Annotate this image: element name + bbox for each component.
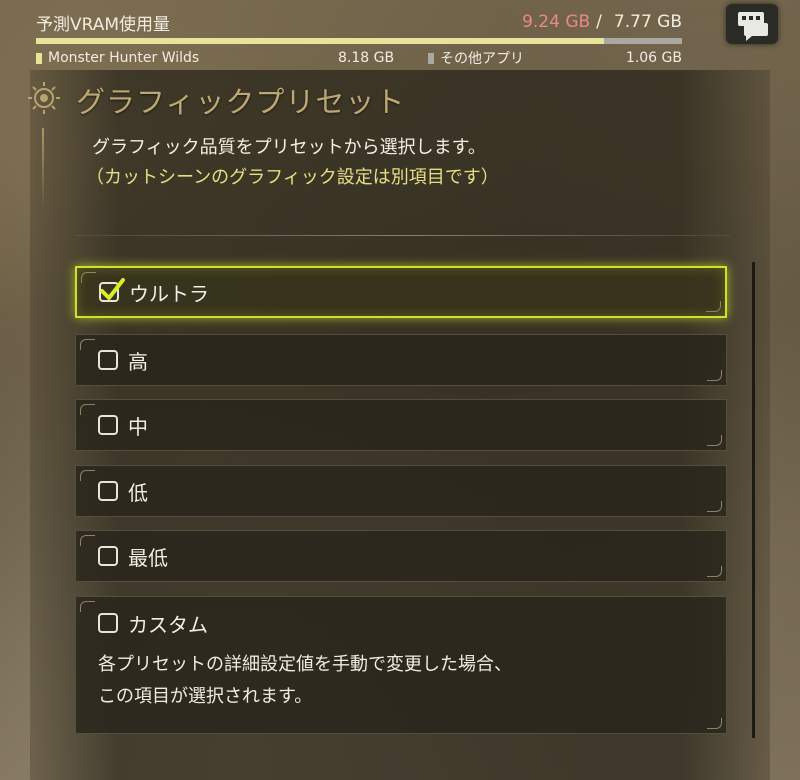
section-ornament bbox=[42, 128, 44, 208]
checkbox-icon[interactable] bbox=[98, 546, 118, 566]
section-title: グラフィックプリセット bbox=[76, 85, 406, 119]
preset-option-lowest[interactable]: 最低 bbox=[75, 530, 727, 582]
checkbox-icon[interactable] bbox=[98, 350, 118, 370]
vram-other-label: その他アプリ bbox=[440, 51, 524, 67]
custom-description-line: 各プリセットの詳細設定値を手動で変更した場合、 bbox=[98, 654, 512, 675]
section-description: グラフィック品質をプリセットから選択します。 bbox=[92, 137, 486, 158]
checkbox-checked-icon[interactable] bbox=[99, 278, 125, 302]
vram-usage-bar bbox=[36, 38, 682, 44]
preset-option-custom[interactable]: カスタム 各プリセットの詳細設定値を手動で変更した場合、 この項目が選択されます… bbox=[75, 596, 727, 734]
preset-option-label: 最低 bbox=[128, 545, 168, 570]
preset-option-low[interactable]: 低 bbox=[75, 465, 727, 517]
vram-bar-other-fill bbox=[604, 38, 682, 44]
vram-used-value: 9.24 GB bbox=[522, 12, 591, 32]
custom-description-line: この項目が選択されます。 bbox=[98, 686, 313, 707]
vram-game-size: 8.18 GB bbox=[338, 50, 395, 66]
preset-option-label: ウルトラ bbox=[129, 281, 209, 306]
scrollbar[interactable] bbox=[752, 262, 755, 738]
vram-other-size: 1.06 GB bbox=[625, 50, 682, 66]
vram-title: 予測VRAM使用量 bbox=[36, 14, 171, 35]
checkbox-icon[interactable] bbox=[98, 481, 118, 501]
custom-option-description: 各プリセットの詳細設定値を手動で変更した場合、 この項目が選択されます。 bbox=[98, 649, 512, 713]
preset-option-label: 中 bbox=[128, 414, 148, 439]
checkbox-icon[interactable] bbox=[98, 415, 118, 435]
vram-game-label: Monster Hunter Wilds bbox=[48, 50, 200, 66]
preset-option-medium[interactable]: 中 bbox=[75, 399, 727, 451]
vram-separator: / bbox=[596, 12, 602, 32]
section-divider bbox=[74, 235, 730, 236]
preset-option-label: 高 bbox=[128, 349, 148, 374]
preset-option-ultra[interactable]: ウルトラ bbox=[75, 266, 727, 318]
other-legend-swatch bbox=[428, 52, 434, 64]
vram-total-value: 7.77 GB bbox=[613, 12, 682, 32]
section-note: （カットシーンのグラフィック設定は別項目です） bbox=[86, 167, 499, 188]
checkbox-icon[interactable] bbox=[98, 613, 118, 633]
vram-usage-meter: 予測VRAM使用量 9.24 GB / 7.77 GB Monster Hunt… bbox=[36, 8, 682, 70]
preset-option-high[interactable]: 高 bbox=[75, 334, 727, 386]
preset-option-label: カスタム bbox=[128, 612, 208, 637]
preset-option-label: 低 bbox=[128, 480, 148, 505]
section-emblem-icon bbox=[26, 80, 72, 126]
game-legend-swatch bbox=[36, 52, 42, 64]
chat-bubbles-icon[interactable] bbox=[726, 4, 778, 44]
vram-bar-game-fill bbox=[36, 38, 605, 44]
